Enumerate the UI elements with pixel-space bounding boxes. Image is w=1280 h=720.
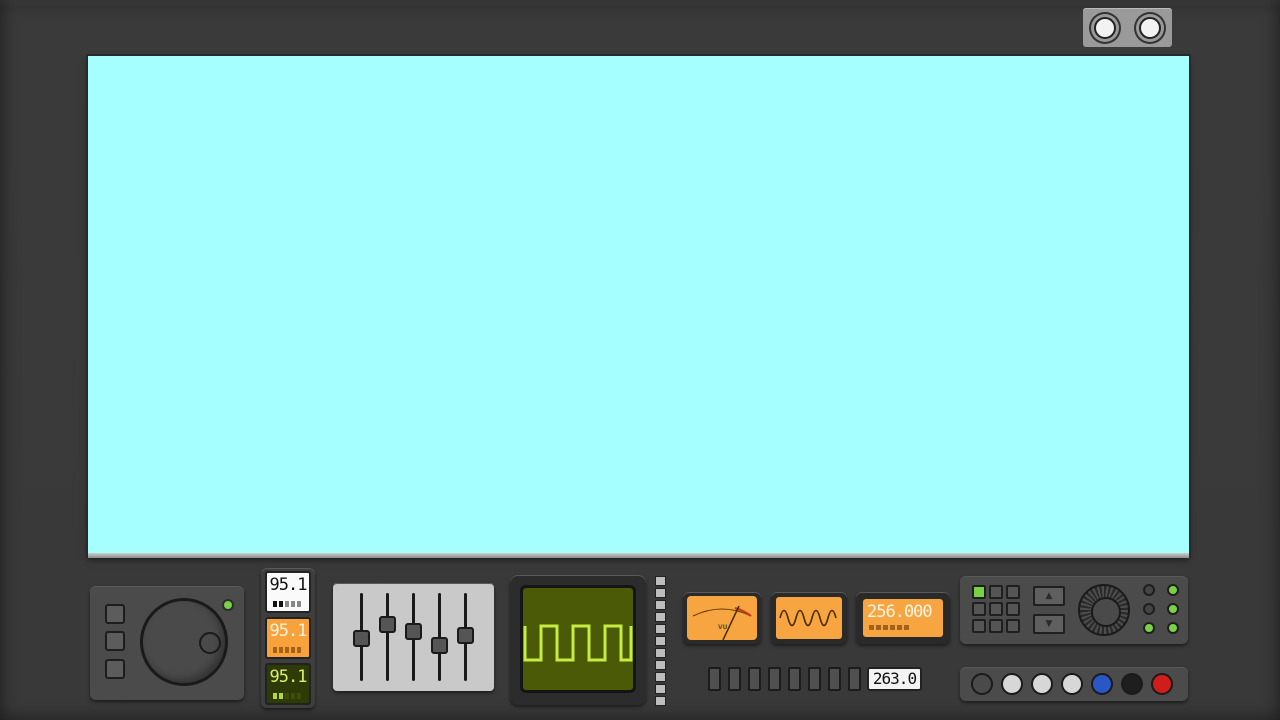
square-button[interactable] — [105, 604, 125, 624]
keypad-key[interactable] — [989, 602, 1003, 616]
keypad-key[interactable] — [1006, 585, 1020, 599]
toggle-switch[interactable] — [728, 667, 741, 691]
status-led — [222, 599, 234, 611]
indicator-led — [1167, 622, 1179, 634]
level-bars — [273, 601, 301, 607]
waveform-display — [771, 592, 847, 644]
mini-display-value: 95.1 — [269, 667, 308, 687]
vu-meter-face: VU — [687, 596, 757, 640]
xlr-jack-icon[interactable] — [971, 673, 993, 695]
scope-tick — [655, 660, 666, 670]
arrow-up-icon: ▲ — [1045, 591, 1053, 601]
keypad-key[interactable] — [1006, 602, 1020, 616]
jack-icon[interactable] — [1031, 673, 1053, 695]
arrow-down-button[interactable]: ▼ — [1033, 614, 1065, 634]
square-button[interactable] — [105, 631, 125, 651]
jack-panel — [960, 667, 1188, 701]
mini-display-value: 95.1 — [269, 621, 308, 641]
mini-display-green: 95.1 — [265, 663, 311, 705]
fader-handle[interactable] — [431, 637, 448, 654]
toggle-switch[interactable] — [788, 667, 801, 691]
jack-icon[interactable] — [1151, 673, 1173, 695]
scope-tick — [655, 612, 666, 622]
mini-display-orange: 95.1 — [265, 617, 311, 659]
toggle-switch[interactable] — [808, 667, 821, 691]
main-dial[interactable] — [140, 598, 228, 686]
gear-icon[interactable] — [1138, 16, 1161, 39]
jack-icon[interactable] — [1061, 673, 1083, 695]
level-bars — [869, 625, 909, 630]
scope-tick-strip — [655, 576, 668, 706]
scope-tick — [655, 636, 666, 646]
gear-icon[interactable] — [1094, 16, 1117, 39]
scope-tick — [655, 684, 666, 694]
mini-display-column: 95.1 95.1 95.1 — [261, 568, 315, 708]
frequency-face: 256.000 — [863, 599, 943, 637]
fader-handle[interactable] — [353, 630, 370, 647]
jack-icon[interactable] — [1091, 673, 1113, 695]
arrow-down-icon: ▼ — [1045, 619, 1053, 629]
screen-bezel — [88, 553, 1189, 558]
vu-label: VU — [718, 624, 728, 631]
fader-bank — [333, 583, 494, 691]
keypad-key[interactable] — [972, 585, 986, 599]
oscilloscope-screen — [520, 585, 636, 693]
mini-display-value: 95.1 — [269, 575, 308, 595]
jack-icon[interactable] — [1001, 673, 1023, 695]
toggle-switch[interactable] — [708, 667, 721, 691]
waveform-face — [776, 597, 842, 639]
mini-display-white: 95.1 — [265, 571, 311, 613]
switch-row — [708, 667, 861, 691]
sine-wave-trace — [779, 609, 837, 627]
arrow-up-button[interactable]: ▲ — [1033, 586, 1065, 606]
dial-indicator — [199, 632, 221, 654]
knob-panel — [90, 586, 244, 700]
keypad-key[interactable] — [989, 619, 1003, 633]
control-panel: ▲ ▼ — [960, 576, 1188, 644]
fader-rail — [386, 593, 389, 681]
scope-tick — [655, 576, 666, 586]
scope-tick — [655, 624, 666, 634]
vu-meter: VU — [683, 592, 761, 644]
fader-handle[interactable] — [379, 616, 396, 633]
keypad-key[interactable] — [989, 585, 1003, 599]
scope-tick — [655, 648, 666, 658]
keypad — [972, 585, 1020, 633]
keypad-key[interactable] — [972, 619, 986, 633]
frequency-display: 256.000 — [856, 592, 950, 644]
led-grid — [1143, 584, 1179, 634]
fader-handle[interactable] — [405, 623, 422, 640]
vu-needle — [692, 605, 752, 640]
rotary-encoder[interactable] — [1078, 584, 1130, 636]
indicator-led — [1143, 603, 1155, 615]
indicator-led — [1143, 622, 1155, 634]
level-bars — [273, 693, 301, 699]
toggle-switch[interactable] — [828, 667, 841, 691]
toggle-switch[interactable] — [848, 667, 861, 691]
toggle-switch[interactable] — [768, 667, 781, 691]
square-button[interactable] — [105, 659, 125, 679]
jack-icon[interactable] — [1121, 673, 1143, 695]
scope-tick — [655, 600, 666, 610]
oscilloscope — [510, 575, 646, 705]
fader-handle[interactable] — [457, 627, 474, 644]
main-screen — [88, 56, 1189, 556]
square-wave-trace — [523, 624, 633, 662]
scope-tick — [655, 588, 666, 598]
indicator-led — [1143, 584, 1155, 596]
scope-tick — [655, 672, 666, 682]
indicator-led — [1167, 584, 1179, 596]
numeric-readout: 263.0 — [867, 667, 922, 691]
frequency-value: 256.000 — [867, 602, 933, 622]
keypad-key[interactable] — [1006, 619, 1020, 633]
top-controls — [1083, 8, 1172, 47]
keypad-key[interactable] — [972, 602, 986, 616]
level-bars — [273, 647, 301, 653]
scope-tick — [655, 696, 666, 706]
toggle-switch[interactable] — [748, 667, 761, 691]
indicator-led — [1167, 603, 1179, 615]
